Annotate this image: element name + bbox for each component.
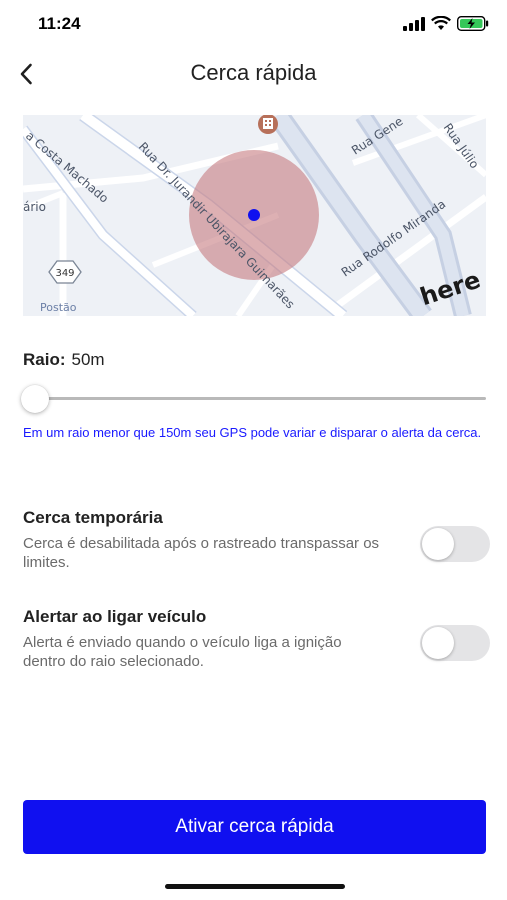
radius-slider[interactable]: [21, 384, 486, 414]
vehicle-location-marker: [248, 209, 260, 221]
ignition-alert-toggle[interactable]: [420, 625, 490, 661]
cellular-signal-icon: [403, 16, 425, 31]
status-bar: 11:24: [0, 0, 507, 50]
status-icons: [403, 16, 489, 31]
option-title: Cerca temporária: [23, 508, 163, 527]
home-indicator: [165, 884, 345, 889]
temporary-fence-option: Cerca temporária Cerca é desabilitada ap…: [23, 508, 490, 572]
option-description: Cerca é desabilitada após o rastreado tr…: [23, 535, 380, 571]
navigation-bar: Cerca rápida: [0, 52, 507, 96]
option-title: Alertar ao ligar veículo: [23, 607, 207, 626]
svg-text:349: 349: [55, 268, 74, 279]
page-title: Cerca rápida: [190, 60, 317, 85]
battery-charging-icon: [457, 16, 489, 31]
toggle-knob: [422, 627, 454, 659]
radius-row: Raio: 50m: [23, 350, 105, 370]
ignition-alert-option: Alertar ao ligar veículo Alerta é enviad…: [23, 607, 490, 671]
radius-hint: Em um raio menor que 150m seu GPS pode v…: [23, 425, 482, 440]
radius-value: 50m: [71, 350, 105, 369]
wifi-icon: [431, 16, 451, 30]
slider-track: [23, 397, 486, 400]
route-shield-icon: 349: [48, 260, 82, 284]
radius-label: Raio:: [23, 350, 66, 369]
option-description: Alerta é enviado quando o veículo liga a…: [23, 634, 342, 670]
temporary-fence-toggle[interactable]: [420, 526, 490, 562]
place-label: Postão: [40, 301, 77, 314]
activate-quick-fence-button[interactable]: Ativar cerca rápida: [23, 800, 486, 854]
toggle-knob: [422, 528, 454, 560]
status-time: 11:24: [38, 14, 81, 33]
street-label: ário: [23, 200, 46, 214]
map-view[interactable]: a Costa Machado Rua Dr. Jurandir Ubiraja…: [23, 115, 486, 316]
slider-thumb[interactable]: [21, 385, 49, 413]
